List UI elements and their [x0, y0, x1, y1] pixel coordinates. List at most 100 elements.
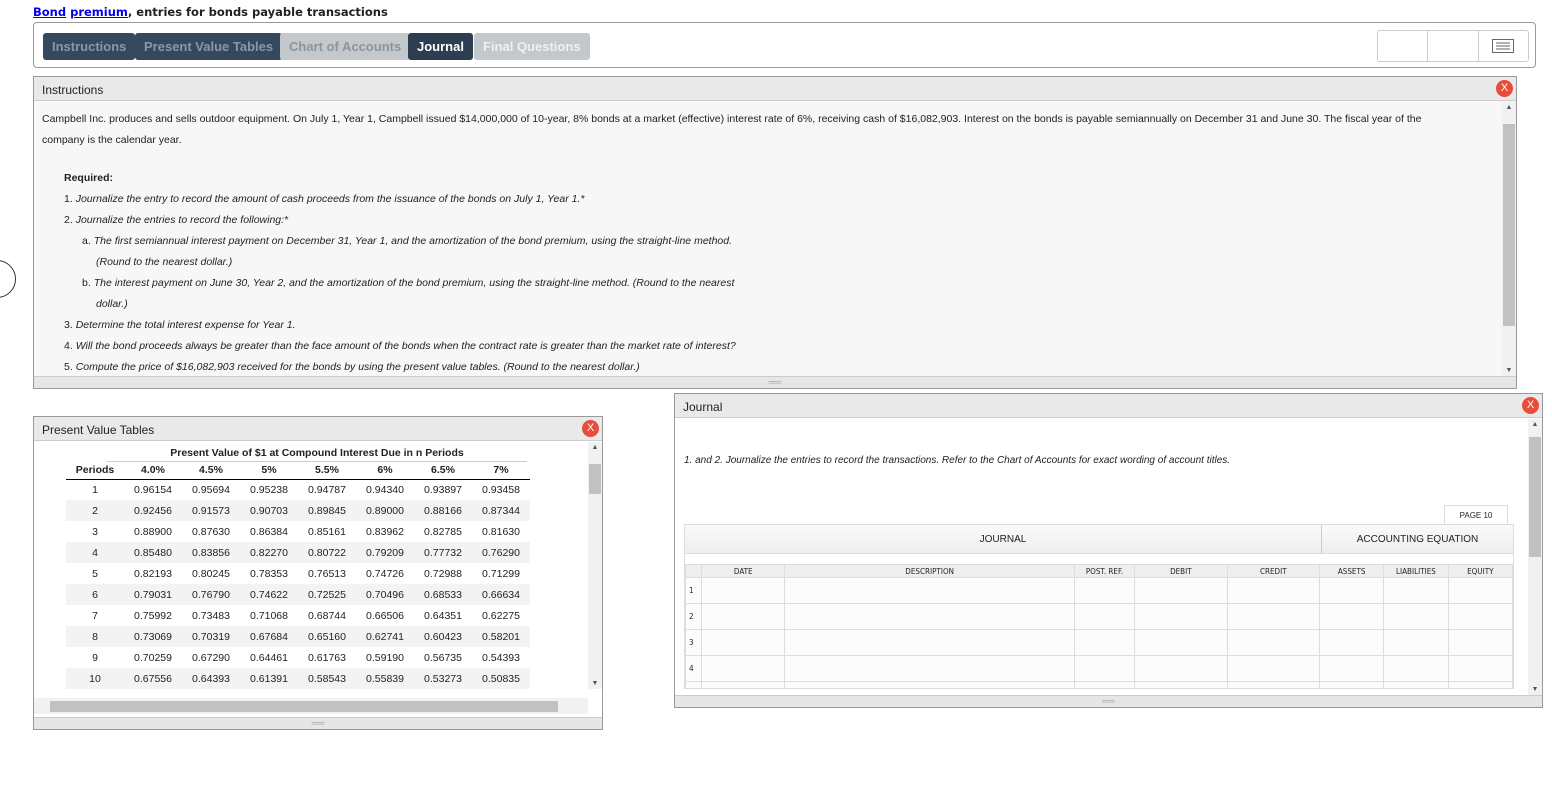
journal-cell-assets[interactable]: [1318, 629, 1385, 656]
tab-final-questions[interactable]: Final Questions: [474, 33, 590, 60]
pv-cell: 0.80722: [298, 542, 356, 563]
journal-cell-credit[interactable]: [1226, 681, 1321, 688]
tab-present-value-tables[interactable]: Present Value Tables: [135, 33, 283, 60]
journal-cell-debit[interactable]: [1134, 681, 1228, 688]
pv-cell: 10: [66, 668, 124, 689]
journal-cell-description[interactable]: [784, 629, 1075, 656]
journal-cell-date[interactable]: [701, 577, 786, 604]
pv-cell: 0.89000: [356, 500, 414, 521]
journal-cell-credit[interactable]: [1226, 655, 1321, 682]
journal-cell-date[interactable]: [701, 603, 786, 630]
instructions-body: Campbell Inc. produces and sells outdoor…: [34, 101, 1516, 378]
journal-table: DATE DESCRIPTION POST. REF. DEBIT CREDIT ASSE…: [685, 564, 1513, 688]
journal-cell-assets[interactable]: [1318, 577, 1385, 604]
pv-row: 2 0.92456 0.91573 0.90703 0.89845 0.89000 0.88…: [66, 500, 530, 521]
pv-cell: 0.76290: [472, 542, 530, 563]
pv-column-header: 4.5%: [182, 462, 240, 480]
menu-button[interactable]: [1479, 31, 1528, 61]
pv-cell: 0.58201: [472, 626, 530, 647]
journal-cell-equity[interactable]: [1447, 655, 1513, 682]
pv-cell: 0.66634: [472, 584, 530, 605]
pv-cell: 0.58543: [298, 668, 356, 689]
pv-cell: 4: [66, 542, 124, 563]
journal-cell-equity[interactable]: [1447, 629, 1513, 656]
pv-cell: 0.72525: [298, 584, 356, 605]
instructions-resize-handle[interactable]: ══: [34, 376, 1516, 388]
journal-cell-liabilities[interactable]: [1383, 577, 1449, 604]
side-circle-button[interactable]: [0, 260, 16, 298]
close-journal-button[interactable]: X: [1522, 397, 1539, 414]
pv-cell: 0.87630: [192, 525, 230, 538]
required-item: 2. Journalize the entries to record the …: [64, 210, 1466, 231]
tab-journal[interactable]: Journal: [408, 33, 473, 60]
pv-cell: 0.59190: [366, 651, 404, 664]
pv-cell: 0.82270: [240, 542, 298, 563]
pv-cell: 0.87344: [472, 500, 530, 521]
bond-link[interactable]: Bond: [33, 5, 66, 19]
journal-cell-equity[interactable]: [1447, 603, 1513, 630]
pv-row: 10 0.67556 0.64393 0.61391 0.58543 0.55839 0.5…: [66, 668, 530, 689]
journal-cell-description[interactable]: [784, 577, 1075, 604]
journal-cell-credit[interactable]: [1226, 577, 1321, 604]
journal-cell-liabilities[interactable]: [1383, 629, 1449, 656]
journal-cell-debit[interactable]: [1134, 629, 1228, 656]
pv-hscrollbar[interactable]: [34, 698, 588, 714]
page-number-tab[interactable]: PAGE 10: [1444, 505, 1508, 525]
journal-cell-date[interactable]: [701, 655, 786, 682]
journal-cell-assets[interactable]: [1318, 681, 1385, 688]
journal-cell-liabilities[interactable]: [1383, 655, 1449, 682]
pv-cell: 0.89845: [298, 500, 356, 521]
pv-column-header: 5.5%: [298, 462, 356, 480]
journal-cell-liabilities[interactable]: [1383, 681, 1449, 688]
pv-cell: 0.81630: [482, 525, 520, 538]
pv-cell: 0.83856: [182, 542, 240, 563]
toolbar-button-1[interactable]: [1378, 31, 1429, 61]
journal-cell-equity[interactable]: [1447, 577, 1513, 604]
journal-cell-credit[interactable]: [1226, 603, 1321, 630]
item-number: 2.: [64, 214, 73, 226]
title-text: , entries for bonds payable transactions: [127, 5, 388, 19]
journal-row: 3: [685, 629, 1513, 656]
journal-cell-credit[interactable]: [1226, 629, 1321, 656]
journal-cell-description[interactable]: [784, 603, 1075, 630]
journal-cell-description[interactable]: [784, 681, 1075, 688]
pv-column-header: 6.5%: [414, 462, 472, 480]
journal-cell-description[interactable]: [784, 655, 1075, 682]
instructions-scrollbar[interactable]: ▲ ▼: [1502, 102, 1516, 376]
pv-vscrollbar[interactable]: ▲ ▼: [588, 442, 602, 689]
journal-cell-debit[interactable]: [1134, 577, 1228, 604]
toolbar-button-2[interactable]: [1428, 31, 1479, 61]
journal-cell-date[interactable]: [701, 629, 786, 656]
journal-cell-debit[interactable]: [1134, 655, 1228, 682]
pv-cell: 0.82785: [424, 525, 462, 538]
journal-cell-date[interactable]: [701, 681, 786, 688]
pv-column-header: 4.0%: [124, 462, 182, 480]
required-label: Required:: [64, 172, 114, 184]
pv-cell: 0.90703: [240, 500, 298, 521]
tab-instructions[interactable]: Instructions: [43, 33, 136, 60]
journal-cell-post-ref[interactable]: [1073, 577, 1136, 604]
premium-link[interactable]: premium: [70, 5, 128, 19]
pv-cell: 0.83962: [366, 525, 404, 538]
journal-scrollbar[interactable]: ▲ ▼: [1528, 419, 1542, 695]
journal-cell-equity[interactable]: [1447, 681, 1513, 688]
journal-cell-assets[interactable]: [1318, 603, 1385, 630]
journal-cell-debit[interactable]: [1134, 603, 1228, 630]
journal-cell-liabilities[interactable]: [1383, 603, 1449, 630]
close-instructions-button[interactable]: X: [1496, 80, 1513, 97]
intro-text: Campbell Inc. produces and sells outdoor…: [42, 113, 1422, 146]
pv-cell: 0.85480: [124, 542, 182, 563]
journal-cell-post-ref[interactable]: [1073, 655, 1136, 682]
journal-cell-post-ref[interactable]: [1073, 681, 1136, 688]
journal-cell-post-ref[interactable]: [1073, 629, 1136, 656]
tab-chart-of-accounts[interactable]: Chart of Accounts: [280, 33, 411, 60]
journal-cell-assets[interactable]: [1318, 655, 1385, 682]
pv-cell: 0.86384: [250, 525, 288, 538]
item-number: 5.: [64, 361, 73, 373]
pv-resize-handle[interactable]: ══: [34, 717, 602, 729]
journal-resize-handle[interactable]: ══: [675, 695, 1542, 707]
journal-cell-post-ref[interactable]: [1073, 603, 1136, 630]
close-pv-button[interactable]: X: [582, 420, 599, 437]
pv-cell: 0.71068: [250, 609, 288, 622]
journal-instruction: 1. and 2. Journalize the entries to reco…: [684, 455, 1231, 466]
